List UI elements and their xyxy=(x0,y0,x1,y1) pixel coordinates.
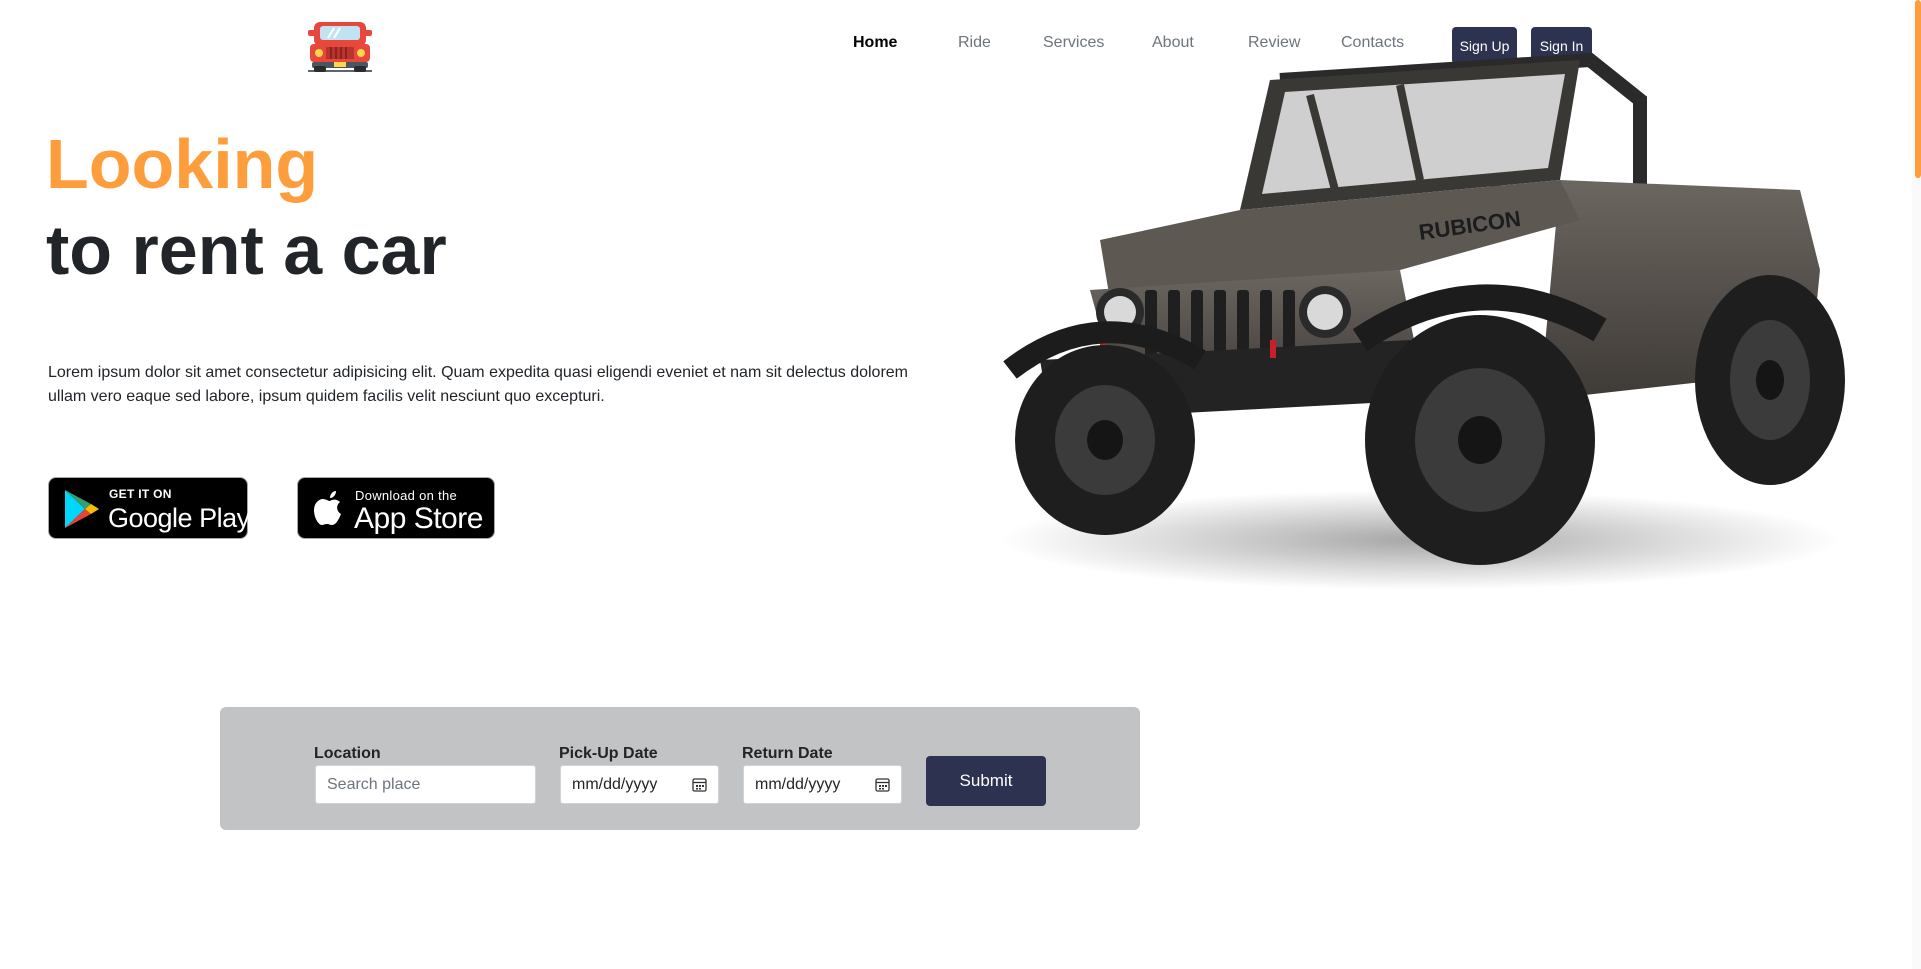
calendar-icon[interactable] xyxy=(692,777,707,792)
pickup-date-label: Pick-Up Date xyxy=(559,745,658,762)
return-date-label: Return Date xyxy=(742,745,833,762)
return-date-value: mm/dd/yyyy xyxy=(755,775,841,793)
pickup-date-input[interactable]: mm/dd/yyyy xyxy=(560,765,719,804)
nav-home[interactable]: Home xyxy=(853,34,897,52)
location-label: Location xyxy=(314,745,381,762)
app-store-badge[interactable]: Download on the App Store xyxy=(297,477,495,539)
apple-badge-big-text: App Store xyxy=(354,502,483,535)
apple-icon xyxy=(314,491,341,525)
location-input[interactable] xyxy=(315,765,536,804)
google-badge-small-text: GET IT ON xyxy=(109,487,172,501)
jeep-rubicon-image: RUBICON xyxy=(1000,52,1845,590)
google-play-badge[interactable]: GET IT ON Google Play xyxy=(48,477,250,539)
google-play-icon xyxy=(65,490,99,528)
booking-form: Location Pick-Up Date mm/dd/yyyy Return … xyxy=(220,707,1140,830)
pickup-date-value: mm/dd/yyyy xyxy=(572,775,658,793)
submit-button[interactable]: Submit xyxy=(926,756,1046,806)
hero-description: Lorem ipsum dolor sit amet consectetur a… xyxy=(48,364,908,405)
return-date-input[interactable]: mm/dd/yyyy xyxy=(743,765,902,804)
hero-title: to rent a car xyxy=(46,211,447,289)
jeep-logo-icon[interactable] xyxy=(306,16,374,74)
page-scrollbar[interactable] xyxy=(1912,0,1921,969)
google-badge-big-text: Google Play xyxy=(108,503,250,533)
scrollbar-thumb[interactable] xyxy=(1915,0,1921,178)
calendar-icon[interactable] xyxy=(875,777,890,792)
apple-badge-small-text: Download on the xyxy=(355,488,458,503)
hero-accent-heading: Looking xyxy=(46,125,319,203)
